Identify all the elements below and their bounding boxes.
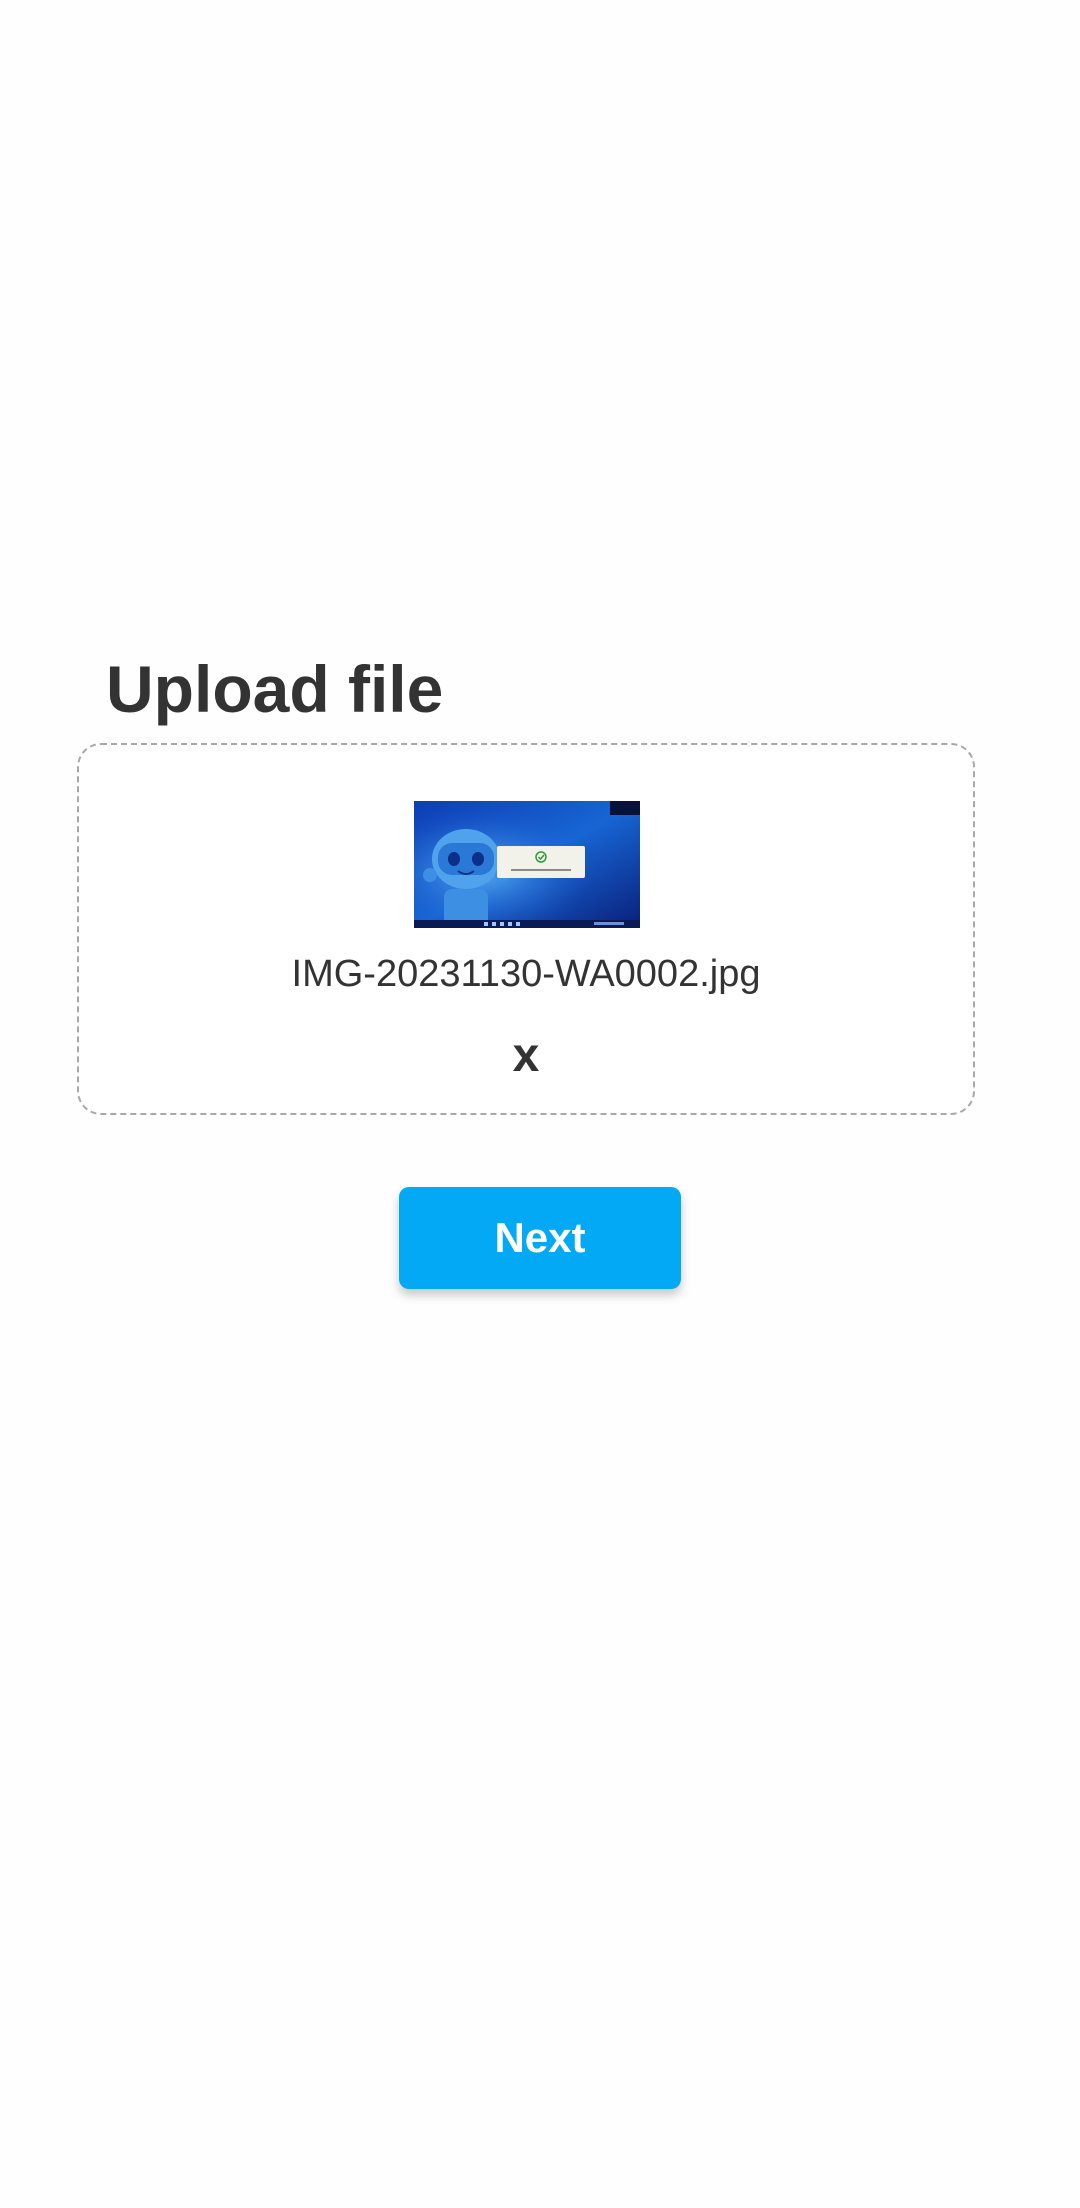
uploaded-image-thumbnail xyxy=(414,801,640,928)
next-button[interactable]: Next xyxy=(399,1187,681,1289)
file-name-label: IMG-20231130-WA0002.jpg xyxy=(291,953,761,995)
page-title: Upload file xyxy=(106,652,444,726)
remove-file-button[interactable]: x xyxy=(503,1028,550,1084)
upload-dropzone[interactable]: IMG-20231130-WA0002.jpg x xyxy=(77,743,975,1115)
